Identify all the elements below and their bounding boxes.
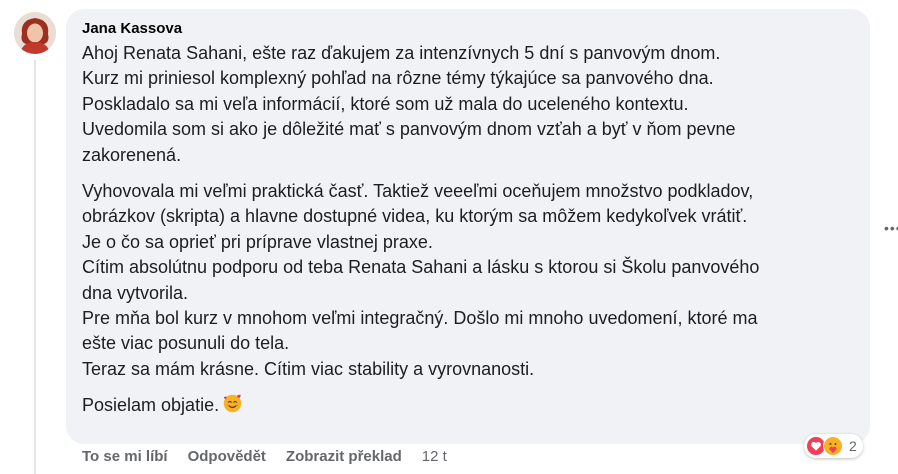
comment-text-line: Je o čo sa oprieť pri príprave vlastnej … — [82, 231, 433, 252]
comment-text-line: Teraz sa mám krásne. Cítim viac stabilit… — [82, 358, 535, 379]
comment-text-line: zakorenená. — [82, 144, 182, 165]
care-icon — [823, 436, 843, 456]
comment-paragraph: Ahoj Renata Sahani, ešte raz ďakujem za … — [82, 41, 854, 168]
closing-text: Posielam objatie. — [82, 395, 220, 416]
thread-line — [34, 60, 36, 474]
comment-text-line: Pre mňa bol kurz v mnohom veľmi integrač… — [82, 308, 758, 329]
comment-text-line: Vyhovovala mi veľmi praktická časť. Takt… — [82, 181, 754, 202]
comment-paragraph: Vyhovovala mi veľmi praktická časť. Takt… — [82, 179, 854, 382]
avatar[interactable] — [14, 12, 56, 54]
comment-text-line: Poskladalo sa mi veľa informácií, ktoré … — [82, 93, 689, 114]
like-button[interactable]: To se mi líbí — [82, 448, 168, 465]
comment-bubble: Jana Kassova Ahoj Renata Sahani, ešte ra… — [66, 9, 870, 444]
comment-text-line: Kurz mi priniesol komplexný pohľad na rô… — [82, 68, 714, 89]
comment-text-line: dna vytvorila. — [82, 282, 189, 303]
comment-author[interactable]: Jana Kassova — [82, 19, 854, 39]
comment-text-line: ešte viac posunuli do tela. — [82, 333, 290, 354]
comment-text-line: Ahoj Renata Sahani, ešte raz ďakujem za … — [82, 43, 721, 63]
more-options-icon[interactable]: ••• — [884, 220, 898, 236]
comment-closing-paragraph: Posielam objatie. — [82, 393, 854, 421]
comment-text-line: Cítim absolútnu podporu od teba Renata S… — [82, 257, 760, 278]
reply-button[interactable]: Odpovědět — [188, 448, 266, 465]
translate-button[interactable]: Zobrazit překlad — [286, 448, 402, 465]
comment-timestamp[interactable]: 12 t — [422, 448, 447, 465]
smiling-face-with-hearts-icon — [222, 393, 243, 421]
reactions-summary[interactable]: 2 — [804, 434, 863, 458]
comment-actions: To se mi líbí Odpovědět Zobrazit překlad… — [82, 448, 447, 465]
avatar-image — [14, 12, 56, 54]
comment-text-line: Uvedomila som si ako je dôležité mať s p… — [82, 119, 736, 140]
reactions-count: 2 — [849, 438, 857, 454]
comment-text-line: obrázkov (skripta) a hlavne dostupné vid… — [82, 206, 748, 227]
